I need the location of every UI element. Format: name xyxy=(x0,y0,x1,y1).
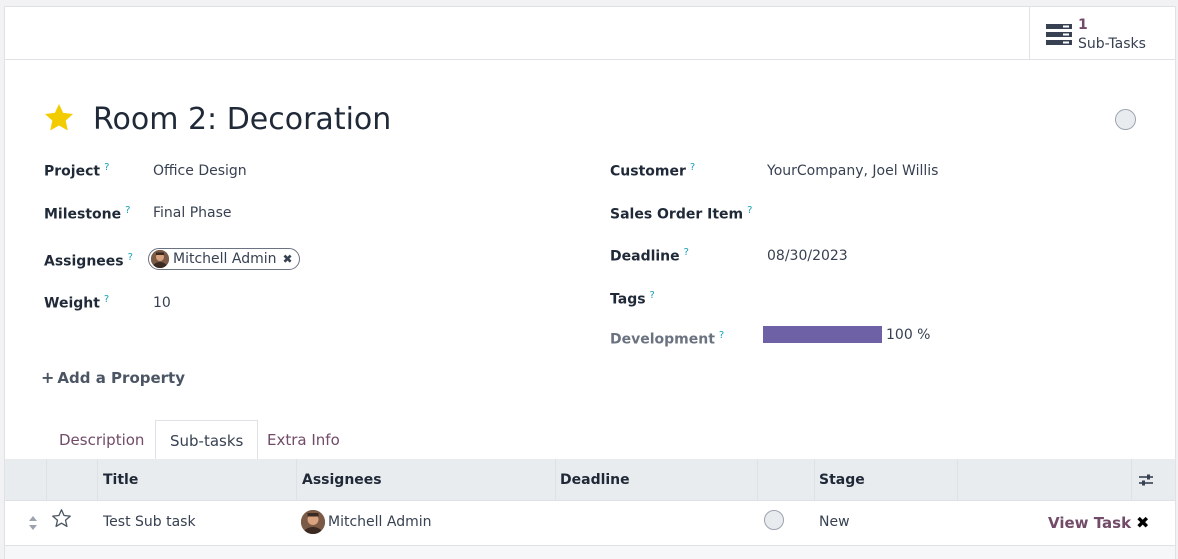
column-header-assignees[interactable]: Assignees xyxy=(302,471,382,489)
milestone-help-icon[interactable]: ? xyxy=(125,205,130,216)
tags-label: Tags? xyxy=(610,290,655,308)
sales-order-item-label: Sales Order Item? xyxy=(610,205,753,223)
column-separator xyxy=(97,459,98,501)
delete-icon[interactable]: ✖ xyxy=(1136,513,1149,532)
drag-handle-icon[interactable] xyxy=(28,515,38,531)
column-separator xyxy=(46,459,47,501)
sales-order-item-field[interactable] xyxy=(767,204,1067,222)
development-label: Development? xyxy=(610,330,725,348)
add-property-button[interactable]: + Add a Property xyxy=(41,368,185,387)
list-footer xyxy=(5,546,1175,559)
column-separator xyxy=(555,459,556,501)
avatar xyxy=(151,250,169,268)
assignees-label: Assignees? xyxy=(44,252,133,270)
deadline-help-icon[interactable]: ? xyxy=(684,247,689,258)
tab-description[interactable]: Description xyxy=(45,420,158,460)
subtasks-count: 1 xyxy=(1078,17,1088,33)
view-task-button[interactable]: View Task xyxy=(1048,514,1131,532)
customer-help-icon[interactable]: ? xyxy=(690,162,695,173)
subtasks-list-header: Title Assignees Deadline Stage xyxy=(5,459,1175,501)
add-property-label: Add a Property xyxy=(57,368,186,387)
subtasks-label: Sub-Tasks xyxy=(1078,36,1146,52)
row-assignee[interactable]: Mitchell Admin xyxy=(328,513,432,531)
tab-extra-info[interactable]: Extra Info xyxy=(253,420,354,460)
column-header-title[interactable]: Title xyxy=(103,471,138,489)
deadline-field[interactable]: 08/30/2023 xyxy=(767,247,848,265)
tab-sub-tasks[interactable]: Sub-tasks xyxy=(155,420,259,461)
task-title[interactable]: Room 2: Decoration xyxy=(93,101,391,139)
sales-order-item-help-icon[interactable]: ? xyxy=(747,205,752,216)
weight-field[interactable]: 10 xyxy=(153,294,171,312)
table-row[interactable]: Test Sub task Mitchell Admin New View Ta… xyxy=(5,501,1175,546)
tags-field[interactable] xyxy=(767,289,1067,307)
progress-fill xyxy=(763,326,882,343)
development-help-icon[interactable]: ? xyxy=(719,330,724,341)
column-separator xyxy=(757,459,758,501)
star-icon[interactable] xyxy=(51,508,72,529)
column-separator xyxy=(814,459,815,501)
milestone-field[interactable]: Final Phase xyxy=(153,204,232,222)
milestone-label: Milestone? xyxy=(44,205,131,223)
customer-label: Customer? xyxy=(610,162,696,180)
button-box: 1 Sub-Tasks xyxy=(5,7,1175,60)
assignee-tag[interactable]: Mitchell Admin ✖ xyxy=(148,248,300,270)
assignee-tag-label: Mitchell Admin xyxy=(173,251,277,267)
star-icon[interactable] xyxy=(43,102,75,134)
column-separator xyxy=(957,459,958,501)
column-separator xyxy=(296,459,297,501)
assignees-help-icon[interactable]: ? xyxy=(128,252,133,263)
row-status-circle[interactable] xyxy=(764,510,784,530)
task-status-circle[interactable] xyxy=(1115,109,1136,130)
optional-columns-icon[interactable] xyxy=(1138,472,1154,488)
project-help-icon[interactable]: ? xyxy=(104,162,109,173)
plus-icon: + xyxy=(41,368,55,387)
customer-field[interactable]: YourCompany, Joel Willis xyxy=(767,162,938,180)
column-header-stage[interactable]: Stage xyxy=(819,471,865,489)
remove-icon[interactable]: ✖ xyxy=(283,252,293,266)
tags-help-icon[interactable]: ? xyxy=(650,290,655,301)
development-progress-text: 100 % xyxy=(886,327,931,343)
column-separator xyxy=(1131,459,1132,501)
subtasks-stat-button[interactable]: 1 Sub-Tasks xyxy=(1029,7,1175,59)
deadline-label: Deadline? xyxy=(610,247,689,265)
development-progress-bar[interactable] xyxy=(763,326,882,343)
avatar xyxy=(301,510,325,534)
weight-help-icon[interactable]: ? xyxy=(104,294,109,305)
subtasks-icon xyxy=(1046,24,1072,45)
project-label: Project? xyxy=(44,162,110,180)
form-sheet: 1 Sub-Tasks Room 2: Decoration Project? … xyxy=(4,6,1176,559)
notebook-tabs: Description Sub-tasks Extra Info xyxy=(5,420,1175,461)
project-field[interactable]: Office Design xyxy=(153,162,247,180)
row-title[interactable]: Test Sub task xyxy=(103,513,196,531)
weight-label: Weight? xyxy=(44,294,110,312)
column-header-deadline[interactable]: Deadline xyxy=(560,471,630,489)
row-stage[interactable]: New xyxy=(819,513,850,531)
